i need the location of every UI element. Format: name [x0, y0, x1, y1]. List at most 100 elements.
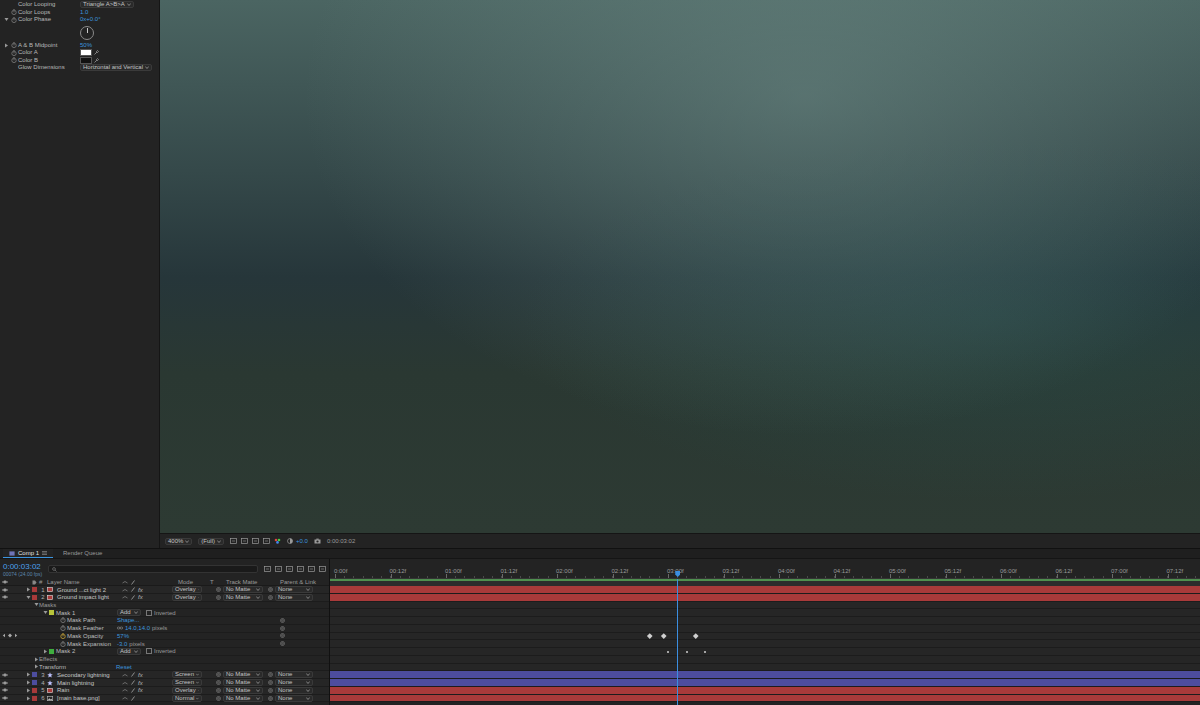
- timeline-tracks[interactable]: 0:00f00:12f01:00f01:12f02:00f02:12f03:00…: [330, 559, 1200, 705]
- effects-switch[interactable]: fx: [138, 680, 143, 686]
- constrain-link-icon[interactable]: [117, 626, 123, 630]
- work-area-bar[interactable]: [330, 579, 1200, 586]
- transparency-grid-icon[interactable]: [241, 538, 248, 544]
- pick-whip-icon[interactable]: [280, 626, 285, 631]
- pick-whip-icon[interactable]: [216, 672, 221, 677]
- twirl-arrow-icon[interactable]: [43, 610, 48, 615]
- color-swatch[interactable]: [80, 49, 92, 56]
- stopwatch-icon[interactable]: [11, 17, 17, 23]
- pick-whip-icon[interactable]: [280, 633, 285, 638]
- shy-switch-icon[interactable]: [122, 681, 128, 685]
- label-color[interactable]: [32, 587, 37, 592]
- pick-whip-icon[interactable]: [216, 680, 221, 685]
- keyframe-marker[interactable]: [704, 651, 706, 653]
- property-group-row[interactable]: TransformReset: [0, 664, 329, 672]
- track-matte-dropdown[interactable]: No Matte: [223, 586, 263, 593]
- twirl-arrow-icon[interactable]: [4, 43, 9, 48]
- magnification-dropdown[interactable]: 400%: [165, 538, 192, 545]
- layer-name[interactable]: Ground ...ct light 2: [56, 587, 118, 593]
- stopwatch-icon[interactable]: [11, 57, 17, 63]
- quality-switch-icon[interactable]: [131, 595, 135, 600]
- pick-whip-icon[interactable]: [268, 680, 273, 685]
- layer-name[interactable]: Secondary lightning: [56, 672, 118, 678]
- pick-whip-icon[interactable]: [216, 595, 221, 600]
- shy-switch-icon[interactable]: [122, 588, 128, 592]
- property-row[interactable]: Mask Feather14.0,14.0pixels: [0, 625, 329, 633]
- inverted-checkbox[interactable]: [146, 648, 152, 654]
- eye-icon[interactable]: [2, 580, 8, 584]
- label-color[interactable]: [32, 696, 37, 701]
- layer-row[interactable]: 3Secondary lightningfxScreenNo MatteNone: [0, 671, 329, 679]
- track-matte-dropdown[interactable]: No Matte: [223, 679, 263, 686]
- pick-whip-icon[interactable]: [268, 672, 273, 677]
- eye-icon[interactable]: [2, 681, 8, 685]
- layer-row[interactable]: 2Ground impact lightfxOverlayNo MatteNon…: [0, 594, 329, 602]
- twirl-arrow-icon[interactable]: [26, 595, 31, 600]
- mask-color[interactable]: [49, 649, 54, 654]
- property-group-row[interactable]: Masks: [0, 602, 329, 610]
- layer-name[interactable]: [main base.png]: [56, 695, 118, 701]
- twirl-arrow-icon[interactable]: [26, 680, 31, 685]
- mask-row[interactable]: Mask 1AddInverted: [0, 609, 329, 617]
- blend-mode-dropdown[interactable]: Normal: [172, 695, 202, 702]
- inverted-checkbox[interactable]: [146, 610, 152, 616]
- property-value[interactable]: 1.0: [80, 9, 88, 16]
- frame-blending-icon[interactable]: [297, 566, 304, 572]
- label-color[interactable]: [32, 688, 37, 693]
- shy-switch-icon[interactable]: [122, 595, 128, 599]
- twirl-arrow-icon[interactable]: [4, 17, 9, 22]
- property-value[interactable]: 14.0,14.0: [125, 625, 150, 631]
- blend-mode-dropdown[interactable]: Overlay: [172, 586, 202, 593]
- eyedropper-icon[interactable]: [94, 58, 99, 63]
- twirl-arrow-icon[interactable]: [34, 664, 39, 669]
- effects-switch[interactable]: fx: [138, 672, 143, 678]
- track-matte-dropdown[interactable]: No Matte: [223, 594, 263, 601]
- layer-row[interactable]: 1Ground ...ct light 2fxOverlayNo MatteNo…: [0, 586, 329, 594]
- keyframe[interactable]: [647, 633, 652, 638]
- layer-duration-bar[interactable]: [330, 687, 1200, 695]
- angle-dial[interactable]: [80, 26, 94, 40]
- shy-switch-icon[interactable]: [122, 696, 128, 700]
- keyframe-navigator-icon[interactable]: [2, 633, 18, 638]
- pick-whip-icon[interactable]: [268, 696, 273, 701]
- pick-whip-icon[interactable]: [268, 595, 273, 600]
- property-group-row[interactable]: Effects: [0, 656, 329, 664]
- pick-whip-icon[interactable]: [216, 587, 221, 592]
- graph-editor-icon[interactable]: [319, 566, 326, 572]
- pick-whip-icon[interactable]: [216, 688, 221, 693]
- stopwatch-icon[interactable]: [11, 42, 17, 48]
- twirl-arrow-icon[interactable]: [26, 587, 31, 592]
- parent-dropdown[interactable]: None: [275, 586, 313, 593]
- layer-search-field[interactable]: [48, 565, 258, 573]
- layer-name[interactable]: Ground impact light: [56, 594, 118, 600]
- effects-switch[interactable]: fx: [138, 587, 143, 593]
- composition-frame[interactable]: [160, 0, 1200, 533]
- parent-dropdown[interactable]: None: [275, 679, 313, 686]
- shy-layers-icon[interactable]: [286, 566, 293, 572]
- parent-dropdown[interactable]: None: [275, 695, 313, 702]
- property-track[interactable]: [330, 625, 1200, 633]
- property-value[interactable]: 50%: [80, 42, 92, 49]
- eye-icon[interactable]: [2, 595, 8, 599]
- exposure-icon[interactable]: [287, 538, 293, 544]
- stopwatch-icon[interactable]: [60, 625, 66, 631]
- shy-switch-icon[interactable]: [122, 688, 128, 692]
- guides-icon[interactable]: [263, 538, 270, 544]
- keyframe[interactable]: [661, 633, 666, 638]
- track-matte-dropdown[interactable]: No Matte: [223, 671, 263, 678]
- resolution-dropdown[interactable]: (Full): [198, 538, 224, 545]
- keyframe-marker[interactable]: [686, 651, 688, 653]
- keyframe-marker[interactable]: [667, 651, 669, 653]
- eye-icon[interactable]: [2, 588, 8, 592]
- stopwatch-icon[interactable]: [11, 50, 17, 56]
- stopwatch-icon[interactable]: [60, 617, 66, 623]
- mask-row[interactable]: Mask 2AddInverted: [0, 648, 329, 656]
- quality-switch-icon[interactable]: [131, 587, 135, 592]
- twirl-arrow-icon[interactable]: [43, 649, 48, 654]
- layer-duration-bar[interactable]: [330, 695, 1200, 703]
- property-track[interactable]: [330, 640, 1200, 648]
- layer-duration-bar[interactable]: [330, 594, 1200, 602]
- blend-mode-dropdown[interactable]: Overlay: [172, 687, 202, 694]
- property-track[interactable]: [330, 656, 1200, 664]
- eye-icon[interactable]: [2, 688, 8, 692]
